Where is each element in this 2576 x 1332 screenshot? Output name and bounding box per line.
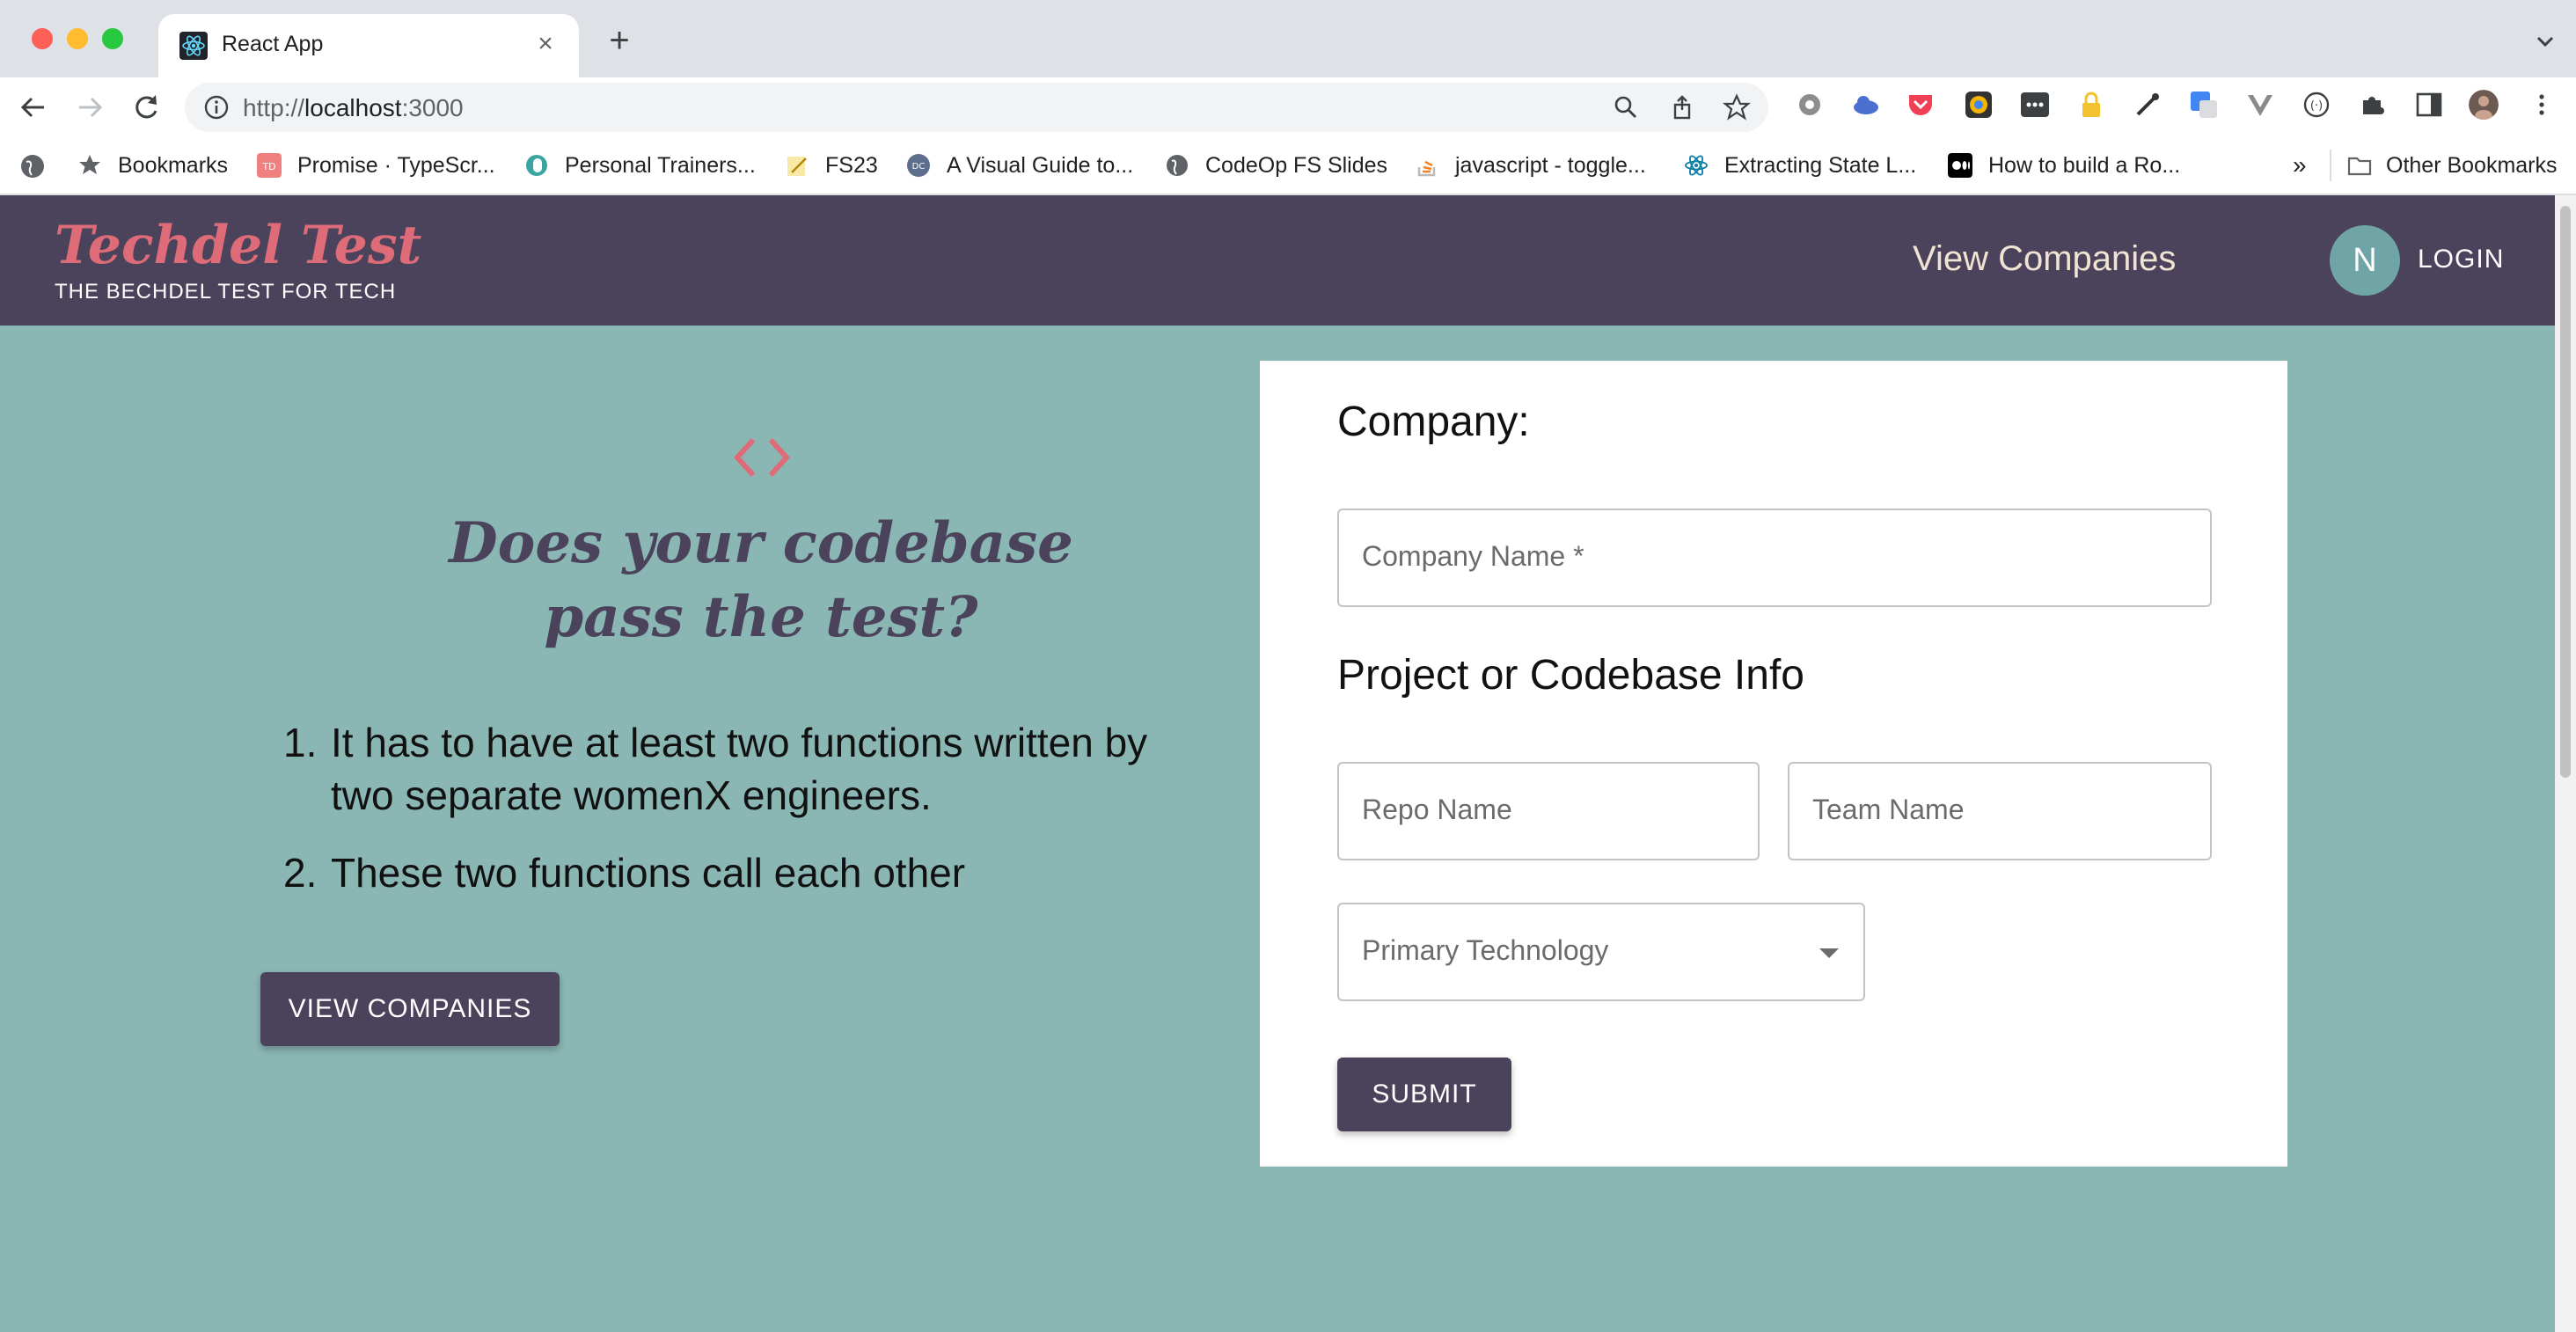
submit-button[interactable]: SUBMIT (1337, 1058, 1511, 1131)
company-name-input[interactable]: Company Name * (1337, 509, 2212, 607)
svg-text:(·): (·) (2310, 99, 2323, 113)
rule-item: 2. These two functions call each other (283, 846, 1216, 899)
user-avatar[interactable]: N (2330, 225, 2400, 296)
repo-name-placeholder: Repo Name (1362, 794, 1512, 825)
window-close-button[interactable] (32, 28, 53, 49)
dropdown-arrow-icon (1819, 948, 1839, 958)
forward-arrow-icon[interactable] (72, 90, 107, 125)
bookmark-item[interactable]: Extracting State L... (1684, 150, 1916, 181)
more-dots-extension-icon[interactable] (2020, 90, 2050, 120)
site-info-icon[interactable] (202, 93, 231, 121)
hero-headline: Does your codebase pass the test? (396, 507, 1126, 655)
vue-devtools-extension-icon[interactable] (2245, 90, 2275, 120)
app-header: Techdel Test THE BECHDEL TEST FOR TECH V… (0, 195, 2555, 326)
lock-extension-icon[interactable] (2076, 90, 2106, 120)
rules-list: 1. It has to have at least two functions… (283, 716, 1216, 924)
team-name-input[interactable]: Team Name (1788, 762, 2212, 860)
repo-name-input[interactable]: Repo Name (1337, 762, 1760, 860)
bookmark-item[interactable]: FS23 (785, 150, 878, 181)
team-name-placeholder: Team Name (1812, 794, 1965, 825)
browser-tab-active[interactable]: React App × (158, 14, 579, 77)
hero-headline-line2: pass the test? (544, 584, 978, 650)
side-panel-icon[interactable] (2414, 90, 2444, 120)
extensions-puzzle-icon[interactable] (2358, 90, 2388, 120)
bookmark-item[interactable]: CodeOp FS Slides (1165, 150, 1387, 181)
d-favicon-icon (526, 155, 547, 176)
bookmarks-divider (2330, 150, 2331, 181)
view-companies-button[interactable]: VIEW COMPANIES (260, 972, 560, 1046)
star-icon (79, 155, 100, 174)
brand-title[interactable]: Techdel Test (55, 215, 421, 276)
window-maximize-button[interactable] (102, 28, 123, 49)
color-picker-extension-icon[interactable] (1964, 90, 1994, 120)
hero-headline-line1: Does your codebase (449, 510, 1073, 576)
bookmark-item[interactable]: DC A Visual Guide to... (906, 150, 1133, 181)
bookmark-item[interactable]: Bookmarks (77, 150, 228, 181)
react-icon (179, 32, 208, 60)
globe-icon[interactable] (19, 153, 46, 179)
pocket-extension-icon[interactable] (1906, 90, 1936, 120)
eyedropper-extension-icon[interactable] (2133, 90, 2163, 120)
bookmark-item[interactable]: How to build a Ro... (1948, 150, 2180, 181)
browser-tab-strip: React App × + (0, 0, 2576, 77)
bookmark-item[interactable]: TD Promise · TypeScr... (257, 150, 495, 181)
search-icon[interactable] (1612, 93, 1640, 121)
url-text: http://localhost:3000 (243, 94, 464, 121)
address-bar[interactable]: http://localhost:3000 (185, 83, 1768, 132)
window-minimize-button[interactable] (67, 28, 88, 49)
project-heading: Project or Codebase Info (1337, 652, 1804, 699)
globe-icon (1167, 155, 1188, 176)
cloud-extension-icon[interactable] (1851, 90, 1881, 120)
tab-search-chevron-icon[interactable] (2532, 28, 2558, 55)
bookmarks-overflow-chevron[interactable]: » (2293, 150, 2307, 181)
new-tab-button[interactable]: + (602, 23, 637, 60)
scrollbar-thumb[interactable] (2560, 206, 2571, 778)
bookmark-item[interactable]: javascript - toggle... (1415, 150, 1646, 181)
rule-number: 1. (283, 720, 318, 765)
page-scrollbar[interactable] (2555, 195, 2576, 1332)
bookmark-star-icon[interactable] (1723, 93, 1751, 121)
share-icon[interactable] (1668, 93, 1696, 121)
company-name-placeholder: Company Name * (1362, 540, 1584, 572)
react-favicon-icon (1685, 155, 1708, 176)
svg-text:DC: DC (912, 162, 926, 172)
rule-item: 1. It has to have at least two functions… (283, 716, 1216, 822)
svg-text:TD: TD (261, 161, 275, 172)
back-arrow-icon[interactable] (16, 90, 51, 125)
reload-icon[interactable] (128, 90, 164, 125)
company-heading: Company: (1337, 399, 1530, 445)
notepad-favicon-icon (787, 157, 807, 176)
bookmark-folder-other[interactable]: Other Bookmarks (2347, 150, 2558, 181)
tab-close-icon[interactable]: × (528, 26, 563, 62)
code-extension-icon[interactable]: (·) (2302, 90, 2331, 120)
folder-icon (2347, 157, 2372, 176)
login-button[interactable]: LOGIN (2418, 245, 2504, 274)
company-form-card: Company: Company Name * Project or Codeb… (1260, 361, 2287, 1167)
primary-technology-select[interactable]: Primary Technology (1337, 903, 1865, 1001)
brand-subtitle: THE BECHDEL TEST FOR TECH (55, 280, 397, 304)
td-favicon-icon: TD (257, 153, 282, 178)
rule-text: These two functions call each other (331, 850, 966, 896)
nav-view-companies-link[interactable]: View Companies (1913, 239, 2176, 279)
browser-menu-kebab-icon[interactable] (2527, 90, 2557, 120)
medium-favicon-icon (1948, 153, 1972, 178)
rule-number: 2. (283, 850, 318, 896)
primary-technology-placeholder: Primary Technology (1362, 934, 1609, 966)
rule-text: It has to have at least two functions wr… (331, 720, 1148, 818)
stackoverflow-favicon-icon (1417, 160, 1436, 177)
settings-gear-extension-icon[interactable] (1795, 90, 1825, 120)
bookmark-item[interactable]: Personal Trainers... (524, 150, 756, 181)
tab-title: React App (222, 32, 324, 56)
profile-avatar-icon[interactable] (2469, 90, 2499, 120)
translate-extension-icon[interactable] (2189, 90, 2219, 120)
bookmarks-bar: Bookmarks TD Promise · TypeScr... Person… (0, 137, 2576, 195)
code-brackets-icon (733, 437, 791, 478)
dc-favicon-icon: DC (907, 154, 930, 177)
